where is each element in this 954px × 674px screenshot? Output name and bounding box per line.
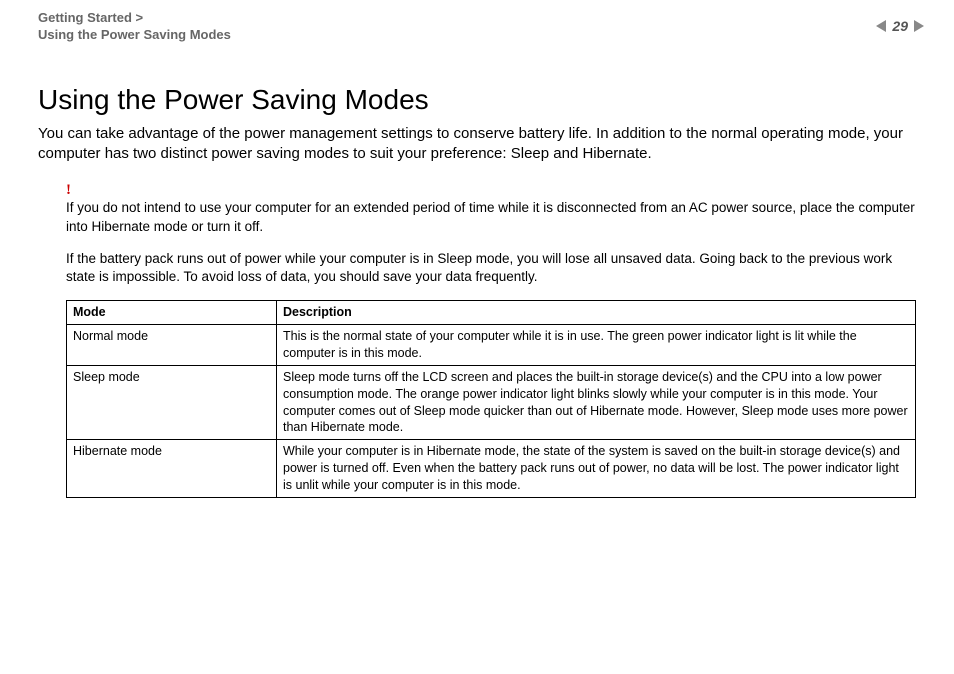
breadcrumb-section: Getting Started > [38,10,916,27]
th-mode: Mode [67,301,277,325]
page-title: Using the Power Saving Modes [38,84,916,116]
cell-desc: This is the normal state of your compute… [277,325,916,366]
cell-desc: While your computer is in Hibernate mode… [277,440,916,498]
cell-mode: Sleep mode [67,365,277,440]
cell-mode: Normal mode [67,325,277,366]
warning-icon: ! [66,182,916,199]
th-description: Description [277,301,916,325]
next-page-icon[interactable] [914,20,924,32]
prev-page-icon[interactable] [876,20,886,32]
table-row: Normal mode This is the normal state of … [67,325,916,366]
page-number: 29 [892,18,908,34]
breadcrumb-page: Using the Power Saving Modes [38,27,916,44]
note-block: If the battery pack runs out of power wh… [66,250,916,286]
content-body: Using the Power Saving Modes You can tak… [0,84,954,498]
page: Getting Started > Using the Power Saving… [0,0,954,674]
table-row: Sleep mode Sleep mode turns off the LCD … [67,365,916,440]
cell-desc: Sleep mode turns off the LCD screen and … [277,365,916,440]
warning-block: ! If you do not intend to use your compu… [66,182,916,235]
intro-paragraph: You can take advantage of the power mana… [38,124,916,165]
warning-text-2: If the battery pack runs out of power wh… [66,250,916,286]
cell-mode: Hibernate mode [67,440,277,498]
page-nav: 29 [876,18,924,34]
warning-text-1: If you do not intend to use your compute… [66,199,916,235]
modes-table: Mode Description Normal mode This is the… [66,300,916,498]
header: Getting Started > Using the Power Saving… [0,0,954,44]
table-header-row: Mode Description [67,301,916,325]
table-row: Hibernate mode While your computer is in… [67,440,916,498]
